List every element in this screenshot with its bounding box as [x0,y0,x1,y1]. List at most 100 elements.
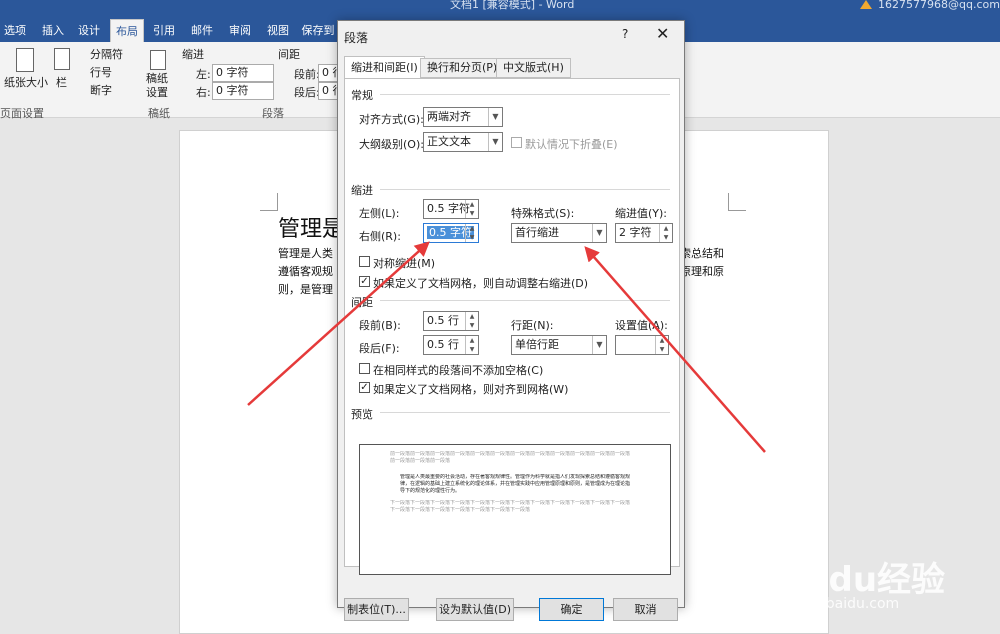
indent-section-title: 缩进 [351,184,373,197]
spin-buttons[interactable]: ▲ ▼ [465,224,478,242]
line-numbers-button[interactable]: 行号 [90,64,112,80]
divider [380,300,670,301]
spin-buttons[interactable]: ▲ ▼ [655,336,668,354]
manuscript-button[interactable]: 稿纸 设置 [146,72,168,100]
snap-grid-checkbox[interactable]: ✓ [359,382,370,393]
after-input[interactable]: 0.5 行 ▲ ▼ [423,335,479,355]
columns-button[interactable]: 栏 [56,74,67,90]
outline-level-label: 大纲级别(O): [359,138,424,151]
crop-mark [728,193,746,211]
indent-right-input[interactable]: 0 字符 [212,82,274,100]
window-title: 文档1 [兼容模式] - Word [450,0,575,11]
at-label: 设置值(A): [615,319,668,332]
columns-icon[interactable] [54,48,70,70]
tab-review[interactable]: 审阅 [224,19,256,42]
title-bar: 文档1 [兼容模式] - Word 1627577968@qq.com [0,0,1000,16]
body-line: 索总结和 [680,247,724,260]
preview-section-title: 预览 [351,408,373,421]
document-body-right[interactable]: 索总结和 原理和原 [680,245,724,281]
mirror-indent-label: 对称缩进(M) [373,257,436,270]
indent-right-label: 右: [196,86,211,99]
indent-label: 缩进 [182,48,204,61]
body-line: 原理和原 [680,265,724,278]
indent-left-input[interactable]: 0 字符 [212,64,274,82]
outline-level-value: 正文文本 [427,135,471,148]
body-line: 则，是管理 [278,283,333,296]
spin-buttons[interactable]: ▲ ▼ [465,312,478,330]
collapsed-checkbox[interactable] [511,137,522,148]
left-indent-label: 左侧(L): [359,207,400,220]
left-indent-input[interactable]: 0.5 字符 ▲ ▼ [423,199,479,219]
before-input[interactable]: 0.5 行 ▲ ▼ [423,311,479,331]
hyphenation-button[interactable]: 断字 [90,82,112,98]
warning-icon [860,0,872,9]
spin-buttons[interactable]: ▲ ▼ [659,224,672,242]
at-input[interactable]: ▲ ▼ [615,335,669,355]
tab-save-to[interactable]: 保存到 [300,19,336,42]
indent-by-label: 缩进值(Y): [615,207,668,220]
no-space-label: 在相同样式的段落间不添加空格(C) [373,364,544,377]
mirror-indent-checkbox[interactable] [359,256,370,267]
collapsed-label: 默认情况下折叠(E) [525,138,618,151]
watermark-url: jingyan.baidu.com [770,596,900,612]
body-line: 遵循客观规 [278,265,333,278]
indent-by-input[interactable]: 2 字符 ▲ ▼ [615,223,673,243]
tab-asian-typography[interactable]: 中文版式(H) [496,58,571,78]
paper-size-button[interactable]: 纸张大小 [4,74,48,90]
tab-mailings[interactable]: 邮件 [186,19,218,42]
dialog-title: 段落 [344,31,369,45]
alignment-select[interactable]: 两端对齐 ▼ [423,107,503,127]
alignment-label: 对齐方式(G): [359,113,424,126]
auto-adjust-label: 如果定义了文档网格，则自动调整右缩进(D) [373,277,589,290]
close-icon[interactable]: ✕ [656,24,669,43]
help-button[interactable]: ? [622,27,628,41]
before-label: 段前(B): [359,319,401,332]
spacing-after-label: 段后: [294,86,320,99]
preview-previous-paragraph: 前一段落前一段落前一段落前一段落前一段落前一段落前一段落前一段落前一段落前一段落… [390,451,630,464]
tab-line-page-breaks[interactable]: 换行和分页(P) [420,58,505,78]
before-value: 0.5 行 [427,314,459,327]
special-label: 特殊格式(S): [511,207,575,220]
cancel-button[interactable]: 取消 [613,598,678,621]
auto-adjust-checkbox[interactable]: ✓ [359,276,370,287]
user-account[interactable]: 1627577968@qq.com [878,0,1000,10]
tab-indents-spacing[interactable]: 缩进和间距(I) [344,56,425,79]
paper-size-icon[interactable] [16,48,34,72]
tab-references[interactable]: 引用 [148,19,180,42]
document-heading[interactable]: 管理是 [278,211,344,243]
tab-view[interactable]: 视图 [262,19,294,42]
breaks-button[interactable]: 分隔符 [90,46,123,62]
line-spacing-value: 单倍行距 [515,338,559,351]
right-indent-input[interactable]: 0.5 字符 ▲ ▼ [423,223,479,243]
line-spacing-select[interactable]: 单倍行距 ▼ [511,335,607,355]
spin-buttons[interactable]: ▲ ▼ [465,336,478,354]
outline-level-select[interactable]: 正文文本 ▼ [423,132,503,152]
manuscript-icon[interactable] [150,50,166,70]
no-space-checkbox[interactable] [359,363,370,374]
spacing-label: 间距 [278,48,300,61]
ok-button[interactable]: 确定 [539,598,604,621]
paragraph-dialog: 段落 ? ✕ 缩进和间距(I) 换行和分页(P) 中文版式(H) 常规 对齐方式… [337,20,685,621]
left-indent-value: 0.5 字符 [427,202,470,215]
chevron-down-icon: ▼ [592,224,606,242]
divider [380,189,670,190]
line-spacing-label: 行距(N): [511,319,554,332]
spacing-section-title: 间距 [351,296,373,309]
spacing-before-label: 段前: [294,68,320,81]
crop-mark [260,193,278,211]
tabs-button[interactable]: 制表位(T)... [344,598,409,621]
baidu-watermark: Baidu经验 [768,560,946,600]
general-section-title: 常规 [351,89,373,102]
document-body[interactable]: 管理是人类 遵循客观规 则，是管理 [278,245,338,299]
preview-box: 前一段落前一段落前一段落前一段落前一段落前一段落前一段落前一段落前一段落前一段落… [359,444,671,575]
set-default-button[interactable]: 设为默认值(D) [436,598,514,621]
tab-design[interactable]: 设计 [74,19,104,42]
spin-buttons[interactable]: ▲ ▼ [465,200,478,218]
tab-insert[interactable]: 插入 [38,19,68,42]
special-select[interactable]: 首行缩进 ▼ [511,223,607,243]
right-indent-label: 右侧(R): [359,230,401,243]
tab-layout[interactable]: 布局 [110,19,144,42]
tab-options[interactable]: 选项卡 [0,19,30,60]
chevron-down-icon: ▼ [488,133,502,151]
chevron-down-icon: ▼ [592,336,606,354]
